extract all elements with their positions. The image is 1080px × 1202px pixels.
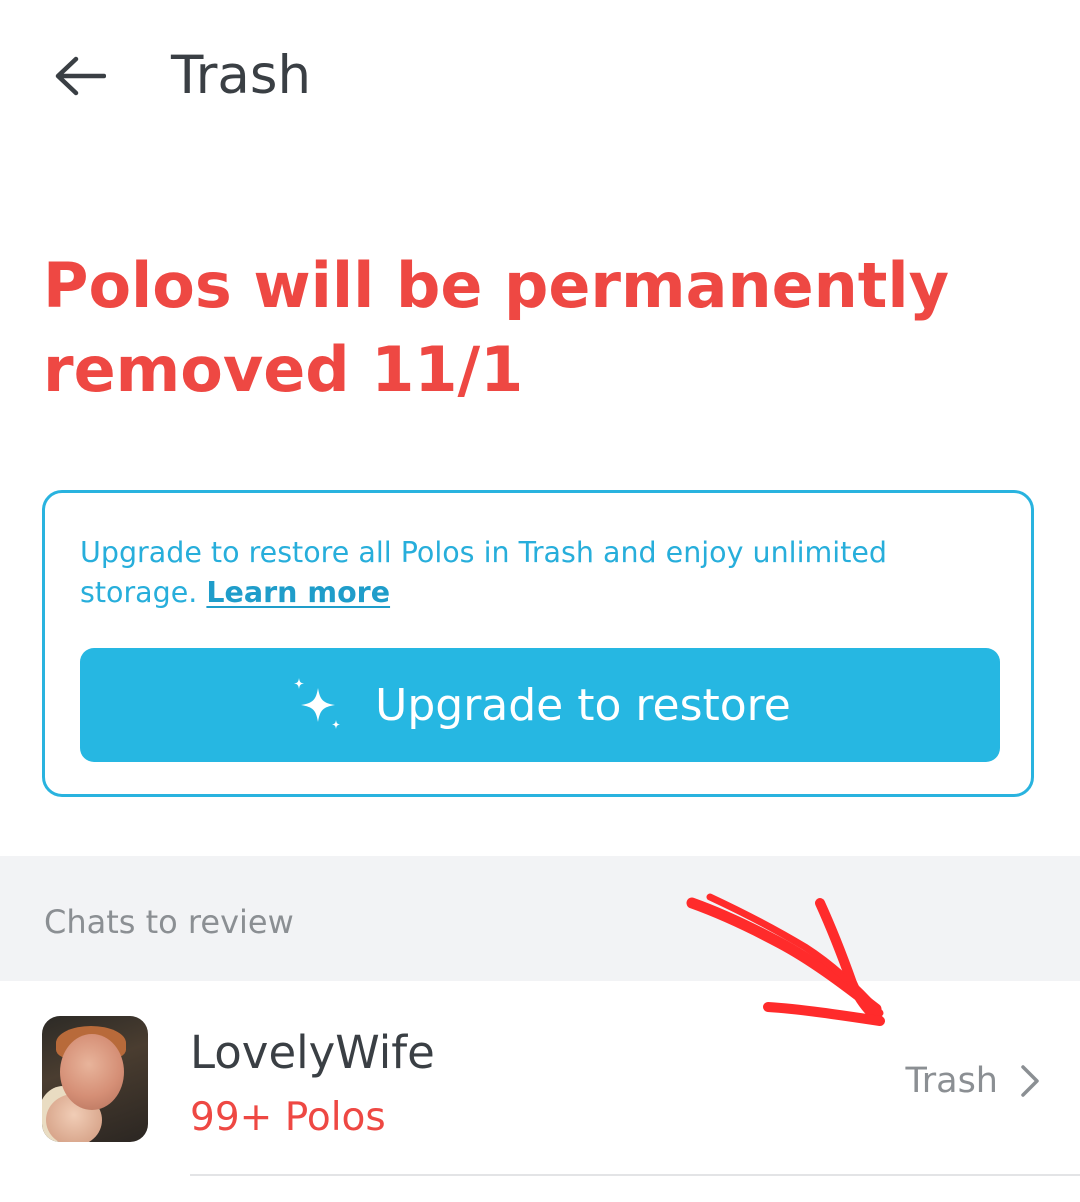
trash-screen: Trash Polos will be permanently removed … (0, 0, 1080, 1202)
avatar (42, 1016, 148, 1142)
upgrade-button-label: Upgrade to restore (375, 679, 791, 731)
chat-row[interactable]: LovelyWife 99+ Polos Trash (0, 981, 1080, 1202)
chevron-right-icon (1021, 1065, 1039, 1097)
back-button[interactable] (42, 44, 118, 108)
upgrade-card: Upgrade to restore all Polos in Trash an… (42, 490, 1034, 797)
polo-count: 99+ Polos (190, 1095, 386, 1140)
removal-warning: Polos will be permanently removed 11/1 (43, 249, 950, 406)
upgrade-to-restore-button[interactable]: Upgrade to restore (80, 648, 1000, 762)
upgrade-description: Upgrade to restore all Polos in Trash an… (80, 533, 1010, 613)
arrow-left-icon (55, 56, 106, 96)
section-label: Chats to review (44, 903, 294, 941)
learn-more-link[interactable]: Learn more (206, 576, 390, 609)
page-title: Trash (171, 45, 312, 106)
row-divider (190, 1174, 1080, 1176)
trash-status-label: Trash (905, 1061, 999, 1101)
chat-name: LovelyWife (190, 1026, 435, 1079)
trash-link[interactable]: Trash (906, 1059, 1041, 1103)
sparkle-icon (289, 676, 347, 734)
upgrade-description-text: Upgrade to restore all Polos in Trash an… (80, 536, 887, 609)
section-header: Chats to review (0, 856, 1080, 981)
